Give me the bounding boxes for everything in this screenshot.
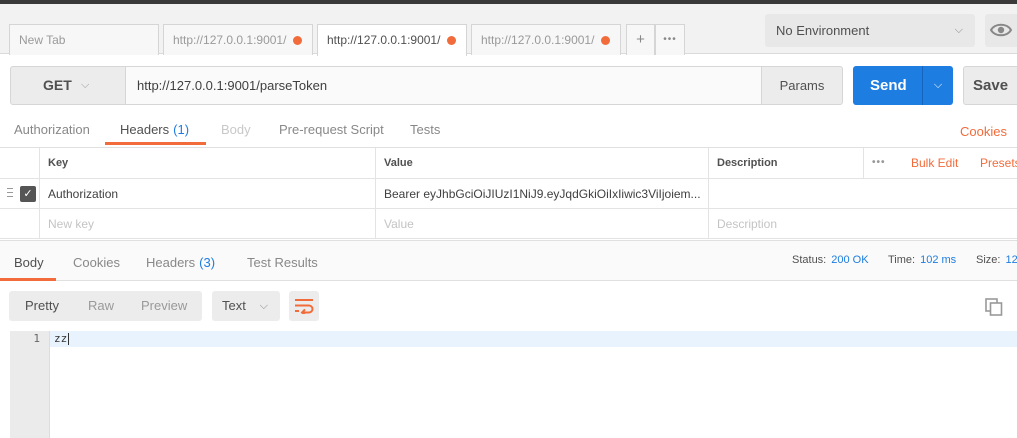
- eye-icon: [990, 23, 1012, 37]
- response-tab-cookies[interactable]: Cookies: [73, 255, 120, 270]
- active-line-highlight: [50, 331, 1017, 347]
- unsaved-dot-icon: [447, 36, 456, 45]
- presets-link[interactable]: Presets: [972, 148, 1017, 178]
- header-description-cell[interactable]: [708, 179, 1017, 208]
- copy-button[interactable]: [985, 298, 1003, 319]
- new-description-input[interactable]: Description: [708, 209, 1017, 238]
- response-tab-body[interactable]: Body: [14, 255, 44, 270]
- chevron-down-icon: ⌵: [954, 24, 963, 36]
- chevron-down-icon: ⌵: [81, 79, 90, 91]
- mode-pretty-button[interactable]: Pretty: [25, 298, 59, 313]
- response-tab-test-results[interactable]: Test Results: [247, 255, 318, 270]
- request-tab[interactable]: http://127.0.0.1:9001/: [471, 24, 621, 55]
- status-value[interactable]: 200 OK: [831, 254, 868, 266]
- method-label: GET: [43, 77, 72, 93]
- unsaved-dot-icon: [601, 36, 610, 45]
- wrap-lines-icon: [295, 299, 314, 314]
- tab-title: http://127.0.0.1:9001/: [327, 33, 441, 47]
- bulk-edit-link[interactable]: Bulk Edit: [900, 148, 970, 178]
- format-selected: Text: [222, 298, 246, 313]
- copy-icon: [985, 298, 1003, 316]
- column-header-description: Description: [708, 148, 864, 178]
- row-enabled-checkbox[interactable]: ✓: [20, 186, 36, 202]
- column-header-value: Value: [375, 148, 709, 178]
- tab-pre-request-script[interactable]: Pre-request Script: [279, 122, 384, 137]
- time-label: Time:: [888, 254, 916, 266]
- size-label: Size:: [976, 254, 1001, 266]
- request-tab-active[interactable]: http://127.0.0.1:9001/: [317, 24, 467, 56]
- tab-label: Tests: [410, 122, 441, 137]
- response-headers-count-badge: (3): [199, 255, 216, 270]
- tab-title: New Tab: [19, 33, 66, 47]
- headers-count-badge: (1): [173, 122, 190, 137]
- tab-label: Body: [221, 122, 251, 137]
- header-value-cell[interactable]: Bearer eyJhbGciOiJIUzI1NiJ9.eyJqdGkiOiIx…: [375, 179, 709, 208]
- response-tab-headers[interactable]: Headers (3): [146, 255, 215, 270]
- url-input[interactable]: http://127.0.0.1:9001/parseToken: [125, 66, 762, 105]
- save-button[interactable]: Save: [963, 66, 1017, 105]
- format-select[interactable]: Text ⌵: [212, 291, 280, 321]
- tab-tests[interactable]: Tests: [410, 122, 440, 137]
- status-label: Status:: [792, 254, 827, 266]
- size-info: Size: 12: [976, 254, 1017, 266]
- more-icon: •••: [663, 34, 677, 45]
- table-row: ✓ Authorization Bearer eyJhbGciOiJIUzI1N…: [0, 179, 1017, 209]
- response-body-editor[interactable]: zz: [54, 332, 70, 345]
- mode-preview-button[interactable]: Preview: [141, 298, 187, 313]
- request-tab-new[interactable]: New Tab: [9, 24, 159, 55]
- unsaved-dot-icon: [293, 36, 302, 45]
- send-options-chevron-icon[interactable]: ⌵: [922, 66, 953, 105]
- new-tab-button[interactable]: +: [626, 24, 655, 55]
- time-info: Time: 102 ms: [888, 254, 956, 266]
- line-number: 1: [33, 332, 40, 345]
- tab-label: Authorization: [14, 122, 90, 137]
- tab-body[interactable]: Body: [221, 122, 251, 137]
- request-tab[interactable]: http://127.0.0.1:9001/: [163, 24, 313, 55]
- headers-table-header: Key Value Description ••• Bulk Edit Pres…: [0, 148, 1017, 179]
- line-number-gutter: [10, 331, 50, 438]
- tab-bar: New Tab http://127.0.0.1:9001/ http://12…: [0, 4, 1017, 56]
- table-row-new: New key Value Description: [0, 209, 1017, 239]
- column-header-key: Key: [39, 148, 376, 178]
- active-response-tab-indicator: [0, 278, 56, 281]
- params-button[interactable]: Params: [761, 66, 843, 105]
- new-value-input[interactable]: Value: [375, 209, 709, 238]
- body-view-mode-group: Pretty Raw Preview: [9, 291, 202, 321]
- tab-authorization[interactable]: Authorization: [14, 122, 90, 137]
- code-line: zz: [54, 332, 68, 345]
- text-caret: [68, 333, 70, 345]
- cookies-link[interactable]: Cookies: [960, 124, 1007, 139]
- send-button[interactable]: Send ⌵: [853, 66, 953, 105]
- method-select[interactable]: GET ⌵: [10, 66, 126, 105]
- header-key-cell[interactable]: Authorization: [39, 179, 376, 208]
- tab-title: http://127.0.0.1:9001/: [173, 33, 287, 47]
- mode-raw-button[interactable]: Raw: [88, 298, 114, 313]
- table-options-icon[interactable]: •••: [863, 148, 901, 178]
- send-label: Send: [870, 77, 907, 94]
- environment-select[interactable]: No Environment ⌵: [765, 14, 975, 47]
- new-key-input[interactable]: New key: [39, 209, 376, 238]
- tab-headers[interactable]: Headers (1): [120, 122, 189, 137]
- active-tab-indicator: [105, 142, 206, 145]
- tab-label: Pre-request Script: [279, 122, 384, 137]
- tab-label: Headers: [146, 255, 196, 270]
- chevron-down-icon: ⌵: [259, 300, 268, 312]
- tab-title: http://127.0.0.1:9001/: [481, 33, 595, 47]
- wrap-lines-button[interactable]: [289, 291, 319, 321]
- status-info: Status: 200 OK: [792, 254, 869, 266]
- plus-icon: +: [636, 31, 645, 48]
- tab-options-button[interactable]: •••: [655, 24, 685, 55]
- tab-label: Headers: [120, 122, 170, 137]
- time-value[interactable]: 102 ms: [920, 254, 956, 266]
- size-value[interactable]: 12: [1005, 254, 1017, 266]
- drag-handle-icon[interactable]: [7, 188, 13, 200]
- environment-selected: No Environment: [776, 23, 870, 38]
- environment-quick-look-button[interactable]: [985, 14, 1017, 47]
